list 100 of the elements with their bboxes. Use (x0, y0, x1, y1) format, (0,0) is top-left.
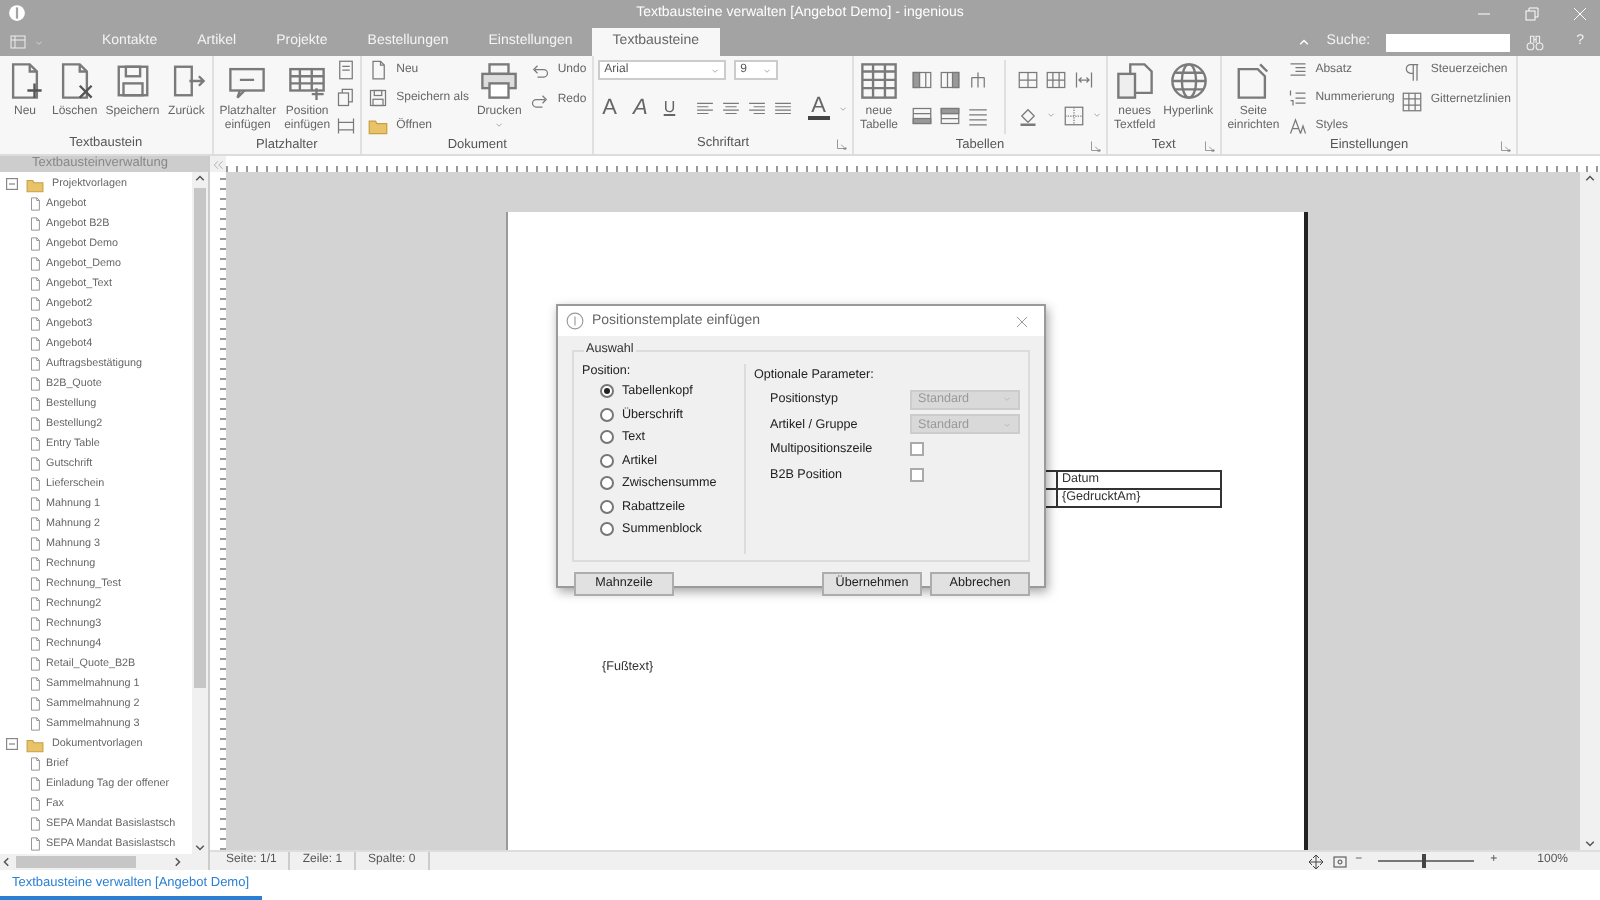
numbered-list-icon (1287, 88, 1308, 108)
column-width-icon (1073, 69, 1094, 89)
search-field[interactable] (1386, 33, 1511, 51)
caret-icon (1091, 110, 1102, 120)
info-icon (566, 312, 584, 330)
radio-button[interactable] (600, 499, 614, 514)
document-icon (28, 516, 42, 532)
caret-icon (762, 65, 773, 75)
document-icon (28, 576, 42, 592)
undo-arrow-icon (529, 61, 550, 81)
collapse-toggle-icon[interactable] (6, 738, 18, 750)
caret-icon (1045, 110, 1056, 120)
document-icon (28, 676, 42, 692)
folder-icon (26, 735, 44, 753)
split-cells-icon (1045, 69, 1066, 89)
placeholder-frame-icon (228, 62, 267, 100)
printer-icon (480, 62, 519, 100)
table-insert-icon (288, 62, 327, 100)
document-icon (28, 496, 42, 512)
delete-row-icon (967, 105, 988, 125)
insert-column-icon (939, 69, 960, 89)
collapse-panel-icon (212, 159, 224, 170)
folder-icon (368, 116, 389, 136)
checkbox[interactable] (910, 442, 924, 457)
table-icon (859, 62, 898, 100)
document-icon (28, 236, 42, 252)
document-icon (368, 60, 389, 80)
scroll-up-icon (194, 172, 206, 184)
binoculars-icon (1526, 33, 1545, 51)
styles-icon (1287, 116, 1308, 136)
table-structure-icon (967, 69, 988, 89)
globe-icon (1169, 62, 1208, 100)
document-icon (28, 656, 42, 672)
collapse-toggle-icon[interactable] (6, 178, 18, 190)
text-frame-icon (1115, 62, 1154, 100)
document-icon (28, 716, 42, 732)
radio-button[interactable] (600, 476, 614, 491)
caret-icon (34, 37, 44, 47)
scroll-right-icon (172, 856, 184, 868)
close-icon[interactable] (1014, 313, 1030, 329)
document-icon (28, 596, 42, 612)
radio-button[interactable] (600, 453, 614, 468)
radio-button[interactable] (600, 407, 614, 422)
radio-button[interactable] (600, 384, 614, 399)
format-button[interactable]: A (629, 96, 652, 120)
document-icon (28, 556, 42, 572)
document-icon (28, 336, 42, 352)
document-icon (28, 536, 42, 552)
page-setup-icon (1234, 62, 1273, 100)
align-left-icon (695, 99, 714, 117)
scroll-down-icon (194, 842, 206, 854)
document-icon (28, 276, 42, 292)
caret-icon (710, 65, 721, 75)
slider-thumb[interactable] (1421, 854, 1426, 868)
document-icon (28, 436, 42, 452)
app-menu-icon (10, 34, 26, 50)
document-icon (28, 376, 42, 392)
insert-row-icon (911, 105, 932, 125)
format-button[interactable]: U (659, 96, 680, 120)
document-icon (28, 216, 42, 232)
gridlines-icon (1402, 91, 1423, 111)
document-icon (28, 836, 42, 852)
checkbox[interactable] (910, 467, 924, 482)
radio-button[interactable] (600, 522, 614, 537)
align-center-icon (721, 99, 740, 117)
document-icon (28, 256, 42, 272)
scroll-up-icon (1584, 172, 1596, 185)
document-icon (28, 416, 42, 432)
save-as-icon (368, 88, 389, 108)
document-icon (28, 816, 42, 832)
caret-icon (837, 103, 848, 113)
document-icon (28, 756, 42, 772)
close-icon (1572, 6, 1588, 22)
document-icon (28, 776, 42, 792)
scroll-left-icon (0, 856, 12, 868)
new-document-icon (6, 62, 44, 100)
align-right-icon (747, 99, 766, 117)
scrollbar-thumb[interactable] (16, 856, 136, 868)
scroll-down-icon (1584, 838, 1596, 850)
restore-icon (1524, 6, 1540, 22)
font-color-button[interactable]: A (807, 96, 830, 120)
document-icon (28, 616, 42, 632)
insert-row-icon (939, 105, 960, 125)
format-button[interactable]: A (598, 96, 621, 120)
caret-icon (494, 119, 505, 130)
insert-column-icon (911, 69, 932, 89)
document-icon (28, 476, 42, 492)
document-icon (28, 296, 42, 312)
pilcrow-icon (1402, 61, 1423, 81)
merge-cells-icon (1017, 69, 1038, 89)
document-icon (28, 796, 42, 812)
document-icon (28, 316, 42, 332)
scrollbar-thumb[interactable] (194, 188, 206, 688)
justify-icon (773, 99, 792, 117)
move-icon (1307, 853, 1324, 869)
fill-bucket-icon (1017, 105, 1038, 125)
radio-button[interactable] (600, 430, 614, 445)
border-icon (1063, 105, 1084, 125)
document-icon (28, 636, 42, 652)
copy-icon (336, 88, 357, 108)
